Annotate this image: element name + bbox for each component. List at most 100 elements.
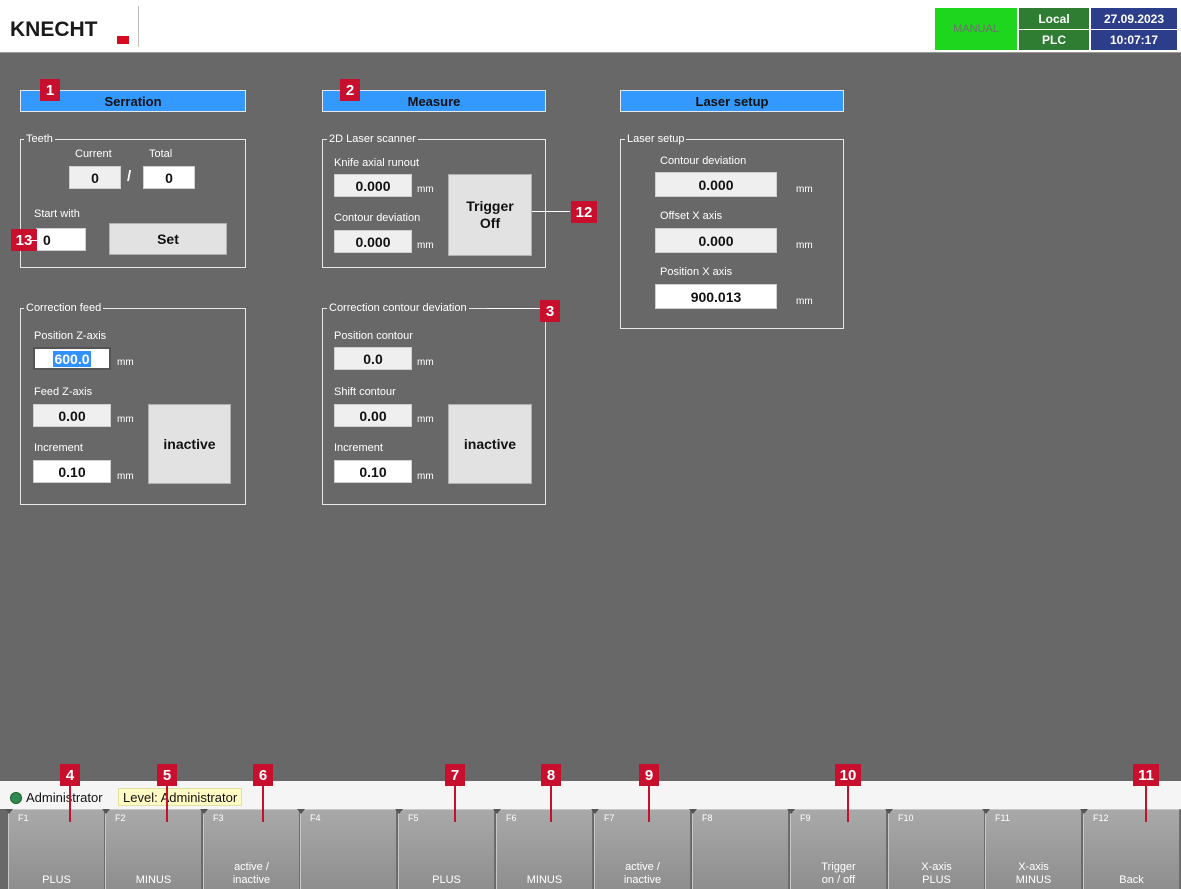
fkey-label: active / inactive (232, 861, 271, 886)
fkey-number: F9 (800, 813, 811, 823)
callout-1: 1 (40, 79, 60, 101)
fkey-f4[interactable]: F4 (297, 809, 397, 889)
user-icon (10, 792, 22, 804)
fkey-notch (689, 809, 697, 814)
fkey-label: X-axis PLUS (921, 861, 952, 886)
fkey-notch (885, 809, 893, 814)
callout-3-line (487, 308, 537, 309)
fkey-label: PLUS (42, 874, 71, 886)
fkey-f7[interactable]: F7 active / inactive (591, 809, 691, 889)
position-contour-field: 0.0 (334, 347, 412, 370)
feed-z-label: Feed Z-axis (34, 386, 93, 398)
position-x-unit: mm (796, 296, 813, 307)
start-with-input[interactable]: 0 (36, 228, 86, 251)
offset-x-label: Offset X axis (660, 210, 723, 222)
set-button[interactable]: Set (109, 223, 227, 255)
start-with-label: Start with (34, 208, 80, 220)
scanner-contour-field: 0.000 (334, 230, 412, 253)
laser-scanner-label: 2D Laser scanner (327, 133, 418, 145)
callout-9: 9 (639, 764, 659, 786)
current-label: Current (75, 148, 112, 160)
fkey-number: F8 (702, 813, 713, 823)
callout-5-line (166, 786, 168, 822)
correction-contour-label: Correction contour deviation (327, 302, 469, 314)
fkey-f9[interactable]: F9 Trigger on / off (787, 809, 887, 889)
callout-12-line (532, 211, 570, 212)
fkey-number: F12 (1093, 813, 1109, 823)
date-display: 27.09.2023 (1091, 8, 1177, 29)
total-label: Total (149, 148, 173, 160)
fkey-f1[interactable]: F1 PLUS (5, 809, 105, 889)
fkey-notch (297, 809, 305, 814)
fkey-f5[interactable]: F5 PLUS (395, 809, 495, 889)
time-display: 10:07:17 (1091, 30, 1177, 50)
correction-feed-label: Correction feed (24, 302, 104, 314)
callout-13-line (29, 240, 37, 241)
shift-contour-field: 0.00 (334, 404, 412, 427)
fkey-notch (395, 809, 403, 814)
fkey-notch (1080, 809, 1088, 814)
fkey-notch (5, 809, 13, 814)
contour-active-toggle[interactable]: inactive (448, 404, 532, 484)
position-z-value: 600.0 (53, 350, 91, 367)
position-contour-unit: mm (417, 357, 434, 368)
offset-x-unit: mm (796, 240, 813, 251)
feed-active-toggle[interactable]: inactive (148, 404, 231, 484)
logo-mark (117, 36, 129, 44)
fkey-label: active / inactive (623, 861, 662, 886)
contour-increment-input[interactable]: 0.10 (334, 460, 412, 483)
fkey-number: F1 (18, 813, 29, 823)
callout-4-line (69, 786, 71, 822)
fkey-f3[interactable]: F3 active / inactive (200, 809, 300, 889)
fkey-label: MINUS (526, 874, 563, 886)
contour-increment-label: Increment (334, 442, 383, 454)
laser-setup-header: Laser setup (620, 90, 844, 112)
position-z-input[interactable]: 600.0 (33, 347, 111, 370)
callout-7: 7 (445, 764, 465, 786)
trigger-button[interactable]: Trigger Off (448, 174, 532, 256)
user-name: Administrator (26, 790, 103, 805)
fkey-number: F3 (213, 813, 224, 823)
callout-8: 8 (541, 764, 561, 786)
total-teeth-field[interactable]: 0 (143, 166, 195, 189)
scanner-contour-unit: mm (417, 240, 434, 251)
local-status: Local (1019, 8, 1089, 29)
fkey-f2[interactable]: F2 MINUS (102, 809, 202, 889)
fkey-f11[interactable]: F11 X-axis MINUS (982, 809, 1082, 889)
fkey-notch (200, 809, 208, 814)
knife-runout-label: Knife axial runout (334, 157, 419, 169)
callout-5: 5 (157, 764, 177, 786)
shift-contour-label: Shift contour (334, 386, 396, 398)
knecht-logo: KNECHT (10, 18, 98, 41)
callout-3: 3 (540, 300, 560, 322)
fkey-f10[interactable]: F10 X-axis PLUS (885, 809, 985, 889)
plc-status: PLC (1019, 30, 1089, 50)
knife-runout-unit: mm (417, 184, 434, 195)
fkey-f8[interactable]: F8 (689, 809, 789, 889)
fkey-f6[interactable]: F6 MINUS (493, 809, 593, 889)
mode-indicator: MANUAL (935, 8, 1017, 50)
fkey-f12[interactable]: F12 Back (1080, 809, 1180, 889)
fkey-label: PLUS (432, 874, 461, 886)
callout-6: 6 (253, 764, 273, 786)
position-x-field: 900.013 (655, 284, 777, 309)
increment-input[interactable]: 0.10 (33, 460, 111, 483)
callout-11: 11 (1133, 764, 1159, 786)
fkey-number: F7 (604, 813, 615, 823)
position-x-label: Position X axis (660, 266, 733, 278)
fkey-number: F6 (506, 813, 517, 823)
fkey-label: Trigger on / off (821, 861, 856, 886)
teeth-group-label: Teeth (24, 133, 55, 145)
feed-z-unit: mm (117, 414, 134, 425)
fkey-notch (787, 809, 795, 814)
position-z-unit: mm (117, 357, 134, 368)
laser-contour-field: 0.000 (655, 172, 777, 197)
offset-x-field: 0.000 (655, 228, 777, 253)
callout-2: 2 (340, 79, 360, 101)
laser-setup-group-label: Laser setup (625, 133, 687, 145)
feed-z-field: 0.00 (33, 404, 111, 427)
fkey-number: F5 (408, 813, 419, 823)
callout-8-line (550, 786, 552, 822)
callout-10-line (847, 786, 849, 822)
user-level: Level: Administrator (118, 788, 243, 806)
